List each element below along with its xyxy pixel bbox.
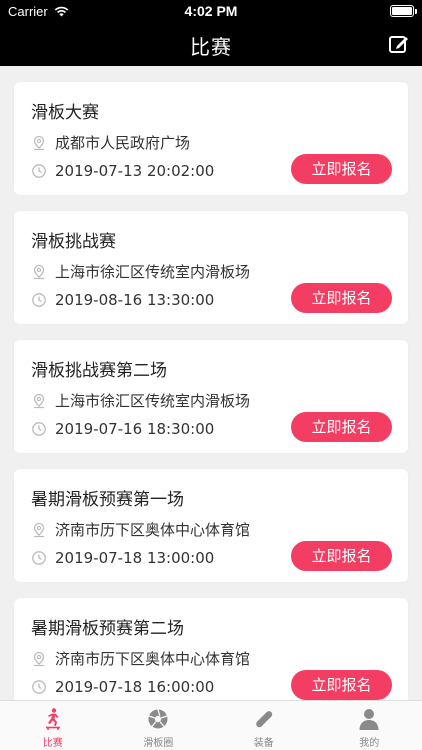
event-date-row: 2019-08-16 13:30:00 — [31, 291, 214, 309]
location-pin-icon — [33, 135, 45, 150]
location-pin-icon — [33, 393, 45, 408]
tab-bar: 比赛 滑板圈 装备 我的 — [0, 700, 422, 750]
event-date-row: 2019-07-16 18:30:00 — [31, 420, 214, 438]
event-location-row: 上海市徐汇区传统室内滑板场 — [31, 261, 250, 282]
event-location-row: 上海市徐汇区传统室内滑板场 — [31, 390, 250, 411]
event-location-row: 成都市人民政府广场 — [31, 132, 190, 153]
event-name: 滑板挑战赛 — [31, 232, 116, 252]
clock-icon — [32, 422, 46, 436]
event-location: 上海市徐汇区传统室内滑板场 — [55, 392, 251, 410]
aperture-icon — [148, 709, 168, 729]
event-name: 滑板挑战赛第二场 — [31, 361, 167, 381]
event-date-row: 2019-07-18 16:00:00 — [31, 678, 214, 696]
nav-bar: 比赛 — [0, 22, 422, 66]
clock-icon — [32, 293, 46, 307]
event-list[interactable]: 滑板大赛 成都市人民政府广场 2019-07-13 20:02:00 立即报名 … — [0, 66, 422, 700]
event-datetime: 2019-07-18 16:00:00 — [55, 678, 215, 696]
event-location: 上海市徐汇区传统室内滑板场 — [55, 263, 251, 281]
location-pin-icon — [33, 264, 45, 279]
tab-label: 我的 — [359, 738, 380, 749]
tab-competition[interactable]: 比赛 — [0, 701, 106, 750]
tab-gear[interactable]: 装备 — [211, 701, 317, 750]
battery-icon — [390, 5, 417, 17]
event-name: 滑板大赛 — [31, 103, 99, 123]
event-location: 成都市人民政府广场 — [55, 134, 191, 152]
event-datetime: 2019-07-13 20:02:00 — [55, 162, 215, 180]
event-card[interactable]: 滑板挑战赛第二场 上海市徐汇区传统室内滑板场 2019-07-16 18:30:… — [14, 340, 408, 453]
signup-button[interactable]: 立即报名 — [291, 670, 392, 700]
clock-icon — [32, 680, 46, 694]
status-bar: Carrier 4:02 PM — [0, 0, 422, 22]
status-time: 4:02 PM — [184, 3, 238, 19]
event-date-row: 2019-07-18 13:00:00 — [31, 549, 214, 567]
event-datetime: 2019-07-18 13:00:00 — [55, 549, 215, 567]
skater-icon — [45, 708, 60, 730]
event-location-row: 济南市历下区奥体中心体育馆 — [31, 519, 250, 540]
tab-mine[interactable]: 我的 — [317, 701, 422, 750]
event-card[interactable]: 暑期滑板预赛第一场 济南市历下区奥体中心体育馆 2019-07-18 13:00… — [14, 469, 408, 582]
signup-button[interactable]: 立即报名 — [291, 283, 392, 313]
event-datetime: 2019-08-16 13:30:00 — [55, 291, 215, 309]
signup-button[interactable]: 立即报名 — [291, 541, 392, 571]
clock-icon — [32, 551, 46, 565]
signup-button[interactable]: 立即报名 — [291, 154, 392, 184]
location-pin-icon — [33, 522, 45, 537]
skateboard-icon — [255, 711, 272, 728]
event-name: 暑期滑板预赛第二场 — [31, 619, 184, 639]
event-card[interactable]: 滑板挑战赛 上海市徐汇区传统室内滑板场 2019-08-16 13:30:00 … — [14, 211, 408, 324]
tab-label: 滑板圈 — [143, 738, 174, 749]
event-location: 济南市历下区奥体中心体育馆 — [55, 521, 251, 539]
clock-icon — [32, 164, 46, 178]
signup-button[interactable]: 立即报名 — [291, 412, 392, 442]
event-datetime: 2019-07-16 18:30:00 — [55, 420, 215, 438]
tab-label: 装备 — [253, 738, 274, 749]
event-card[interactable]: 滑板大赛 成都市人民政府广场 2019-07-13 20:02:00 立即报名 — [14, 82, 408, 195]
event-location-row: 济南市历下区奥体中心体育馆 — [31, 648, 250, 669]
tab-skate-circle[interactable]: 滑板圈 — [106, 701, 212, 750]
page-title: 比赛 — [190, 35, 232, 59]
user-icon — [359, 709, 379, 730]
event-location: 济南市历下区奥体中心体育馆 — [55, 650, 251, 668]
location-pin-icon — [33, 651, 45, 666]
event-name: 暑期滑板预赛第一场 — [31, 490, 184, 510]
event-card[interactable]: 暑期滑板预赛第二场 济南市历下区奥体中心体育馆 2019-07-18 16:00… — [14, 598, 408, 700]
tab-label: 比赛 — [42, 738, 63, 749]
event-date-row: 2019-07-13 20:02:00 — [31, 162, 214, 180]
edit-icon[interactable] — [388, 33, 410, 55]
